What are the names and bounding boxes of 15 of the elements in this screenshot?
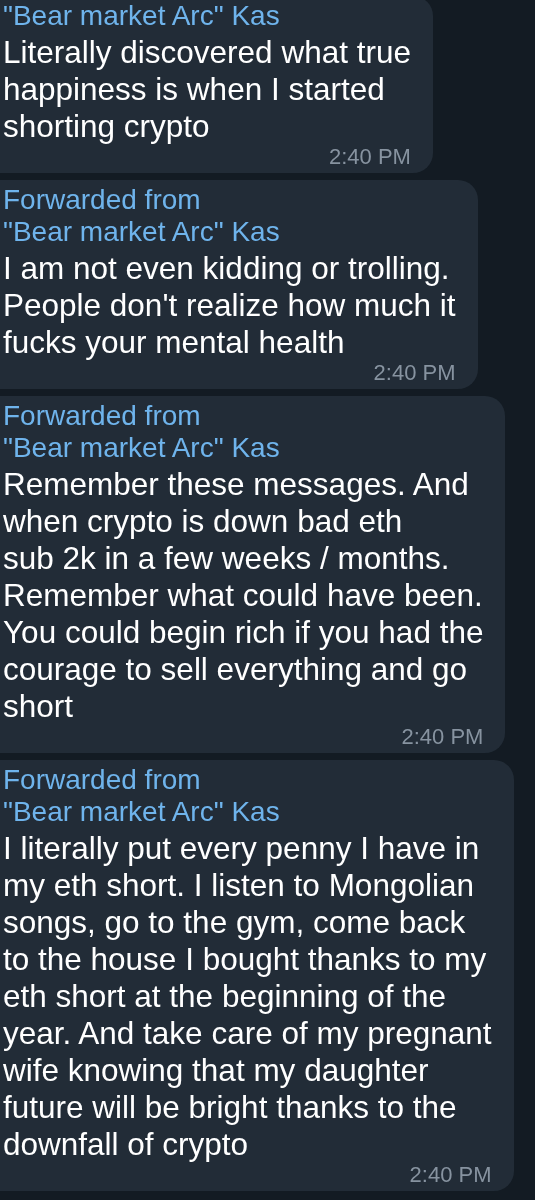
message-text: I literally put every penny I have in my eth short. I listen to Mongolian songs, go to the gym, come back to the house I bought thanks to my eth short at the beginning of the year. And take care of my pregnant wife knowing that my daughter future will be bright thanks to the downfall of crypto: [3, 830, 492, 1163]
forwarded-sender[interactable]: "Bear market Arc" Kas: [3, 432, 280, 464]
message-time: 2:40 PM: [400, 725, 484, 749]
forwarded-sender[interactable]: "Bear market Arc" Kas: [3, 0, 280, 32]
message-time: 2:40 PM: [408, 1163, 492, 1187]
message-text: I am not even kidding or trolling. People don't realize how much it fucks your mental health: [3, 250, 456, 361]
message-time: 2:40 PM: [328, 145, 411, 169]
message-text: Literally discovered what true happiness is when I started shorting crypto: [3, 34, 411, 145]
forwarded-sender[interactable]: "Bear market Arc" Kas: [3, 796, 280, 828]
forwarded-label: Forwarded from: [3, 764, 201, 796]
message-time: 2:40 PM: [372, 361, 456, 385]
forwarded-sender[interactable]: "Bear market Arc" Kas: [3, 216, 280, 248]
message-text: Remember these messages. And when crypto is down bad eth sub 2k in a few weeks / months. Remember what could have been. You could begin rich if you had the courage to sell everything and go short: [3, 466, 484, 725]
forwarded-label: Forwarded from: [3, 184, 201, 216]
forwarded-label: Forwarded from: [3, 400, 201, 432]
